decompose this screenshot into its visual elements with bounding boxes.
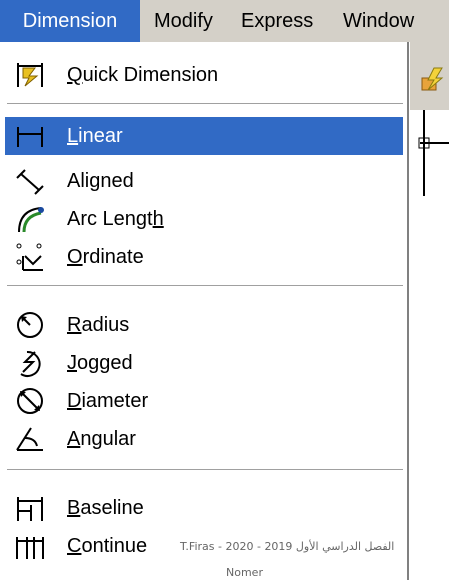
menu-item-radius[interactable]: Radius xyxy=(5,306,403,344)
menubar-dimension[interactable]: Dimension xyxy=(0,0,140,42)
menu-item-ordinate[interactable]: Ordinate xyxy=(5,238,403,276)
menu-separator xyxy=(7,469,403,471)
aligned-icon xyxy=(16,169,44,195)
menu-item-label: Quick Dimension xyxy=(67,64,219,86)
menu-item-jogged[interactable]: Jogged xyxy=(5,344,403,382)
crosshair-cursor-icon xyxy=(418,110,449,196)
ordinate-icon xyxy=(16,243,43,271)
quick-dimension-icon xyxy=(17,63,43,87)
menu-separator xyxy=(7,285,403,287)
menu-item-label: Arc Length xyxy=(67,208,164,230)
arc-length-icon xyxy=(18,207,44,233)
toolbar-tool-icon[interactable] xyxy=(420,66,446,92)
continue-icon xyxy=(16,537,44,559)
linear-icon xyxy=(17,127,43,147)
menu-item-angular[interactable]: Angular xyxy=(5,420,403,458)
menu-item-baseline[interactable]: Baseline xyxy=(5,489,403,527)
menu-item-quick-dimension[interactable]: Quick Dimension xyxy=(5,56,403,94)
radius-icon xyxy=(17,312,43,338)
menu-item-label: Ordinate xyxy=(67,246,144,268)
angular-icon xyxy=(16,427,43,451)
menu-item-label: Angular xyxy=(67,428,136,450)
menu-item-diameter[interactable]: Diameter xyxy=(5,382,403,420)
diameter-icon xyxy=(17,388,43,414)
dimension-menu: Quick Dimension Linear Aligned Arc Lengt… xyxy=(0,42,409,580)
menubar-modify[interactable]: Modify xyxy=(154,0,213,42)
menu-bar: Dimension Modify Express Window xyxy=(0,0,449,42)
menu-item-label: Continue xyxy=(67,535,148,557)
menu-item-label: Aligned xyxy=(67,170,134,192)
menubar-window[interactable]: Window xyxy=(343,0,414,42)
menu-item-label: Linear xyxy=(67,125,123,147)
menu-item-label: Baseline xyxy=(67,497,144,519)
baseline-icon xyxy=(17,497,43,521)
menu-item-label: Radius xyxy=(67,314,130,336)
menu-item-label: Diameter xyxy=(67,390,149,412)
menu-separator xyxy=(7,103,403,105)
menu-item-label: Jogged xyxy=(67,352,133,374)
menu-item-linear[interactable]: Linear xyxy=(5,117,403,155)
menu-item-aligned[interactable]: Aligned xyxy=(5,162,403,200)
footer-caption-2: Nomer xyxy=(226,566,263,579)
menu-item-arc-length[interactable]: Arc Length xyxy=(5,200,403,238)
menubar-express[interactable]: Express xyxy=(241,0,313,42)
jogged-icon xyxy=(20,350,41,377)
footer-caption: الفصل الدراسي الأول 2019 - 2020 - T.Fira… xyxy=(180,540,395,553)
